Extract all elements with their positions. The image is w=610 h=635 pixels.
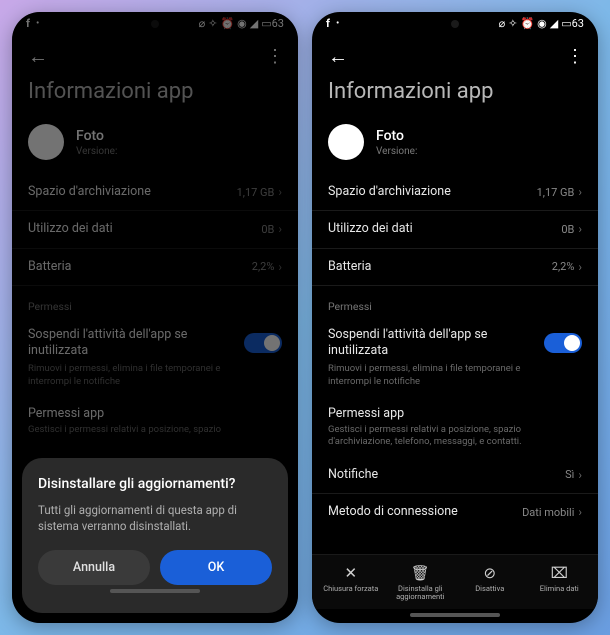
header: ← ⋮ [312, 34, 598, 75]
chevron-right-icon: › [578, 260, 582, 274]
app-permissions-row[interactable]: Permessi app Gestisci i permessi relativ… [312, 398, 598, 457]
permissions-section-label: Permessi [312, 286, 598, 319]
dialog-title: Disinstallare gli aggiornamenti? [38, 476, 272, 492]
ok-button[interactable]: OK [160, 550, 272, 585]
home-indicator[interactable] [110, 589, 200, 593]
suspend-toggle[interactable] [544, 333, 582, 353]
facebook-icon: f [326, 17, 330, 30]
vibrate-icon: ✧ [508, 17, 517, 30]
notification-dot-icon: • [336, 18, 339, 29]
uninstall-updates-button[interactable]: 🗑 Disinstalla gli aggiornamenti [386, 565, 456, 602]
disable-button[interactable]: ⊘ Disattiva [455, 565, 525, 602]
content: Spazio d'archiviazione 1,17 GB› Utilizzo… [312, 174, 598, 554]
cancel-button[interactable]: Annulla [38, 550, 150, 585]
wifi-icon: ◉ [537, 17, 547, 30]
chevron-right-icon: › [578, 505, 582, 519]
bluetooth-off-icon: ⌀ [499, 17, 506, 30]
chevron-right-icon: › [578, 185, 582, 199]
app-version: Versione: [376, 146, 417, 157]
bottom-action-bar: ✕ Chiusura forzata 🗑 Disinstalla gli agg… [312, 554, 598, 610]
battery-icon: ▭63 [561, 17, 584, 30]
overflow-menu-icon[interactable]: ⋮ [566, 46, 582, 67]
data-usage-row[interactable]: Utilizzo dei dati 0B› [312, 211, 598, 248]
signal-icon: ◢ [550, 17, 558, 30]
phone-right: f • ⌀ ✧ ⏰ ◉ ◢ ▭63 ← ⋮ Informazioni app F… [312, 12, 598, 623]
app-name: Foto [376, 128, 417, 144]
page-title: Informazioni app [312, 75, 598, 118]
dialog-message: Tutti gli aggiornamenti di questa app di… [38, 502, 272, 534]
uninstall-dialog: Disinstallare gli aggiornamenti? Tutti g… [22, 458, 288, 613]
alarm-icon: ⏰ [520, 17, 534, 30]
suspend-row: Sospendi l'attività dell'app se inutiliz… [312, 319, 598, 398]
close-icon: ✕ [344, 565, 357, 581]
camera-hole [451, 20, 459, 28]
clear-data-button[interactable]: ⌧ Elimina dati [525, 565, 595, 602]
notifications-row[interactable]: Notifiche Sì› [312, 457, 598, 494]
broom-icon: ⌧ [551, 565, 568, 581]
trash-icon: 🗑 [411, 565, 430, 581]
home-indicator[interactable] [410, 613, 500, 617]
battery-row[interactable]: Batteria 2,2%› [312, 249, 598, 286]
chevron-right-icon: › [578, 222, 582, 236]
block-icon: ⊘ [483, 565, 496, 581]
app-icon [328, 124, 364, 160]
chevron-right-icon: › [578, 468, 582, 482]
force-stop-button[interactable]: ✕ Chiusura forzata [316, 565, 386, 602]
app-header: Foto Versione: [312, 118, 598, 174]
connection-row[interactable]: Metodo di connessione Dati mobili› [312, 494, 598, 530]
phone-left: f • ⌀ ✧ ⏰ ◉ ◢ ▭63 ← ⋮ Informazioni app F… [12, 12, 298, 623]
back-arrow-icon[interactable]: ← [328, 44, 348, 69]
storage-row[interactable]: Spazio d'archiviazione 1,17 GB› [312, 174, 598, 211]
dialog-backdrop: Disinstallare gli aggiornamenti? Tutti g… [12, 12, 298, 623]
